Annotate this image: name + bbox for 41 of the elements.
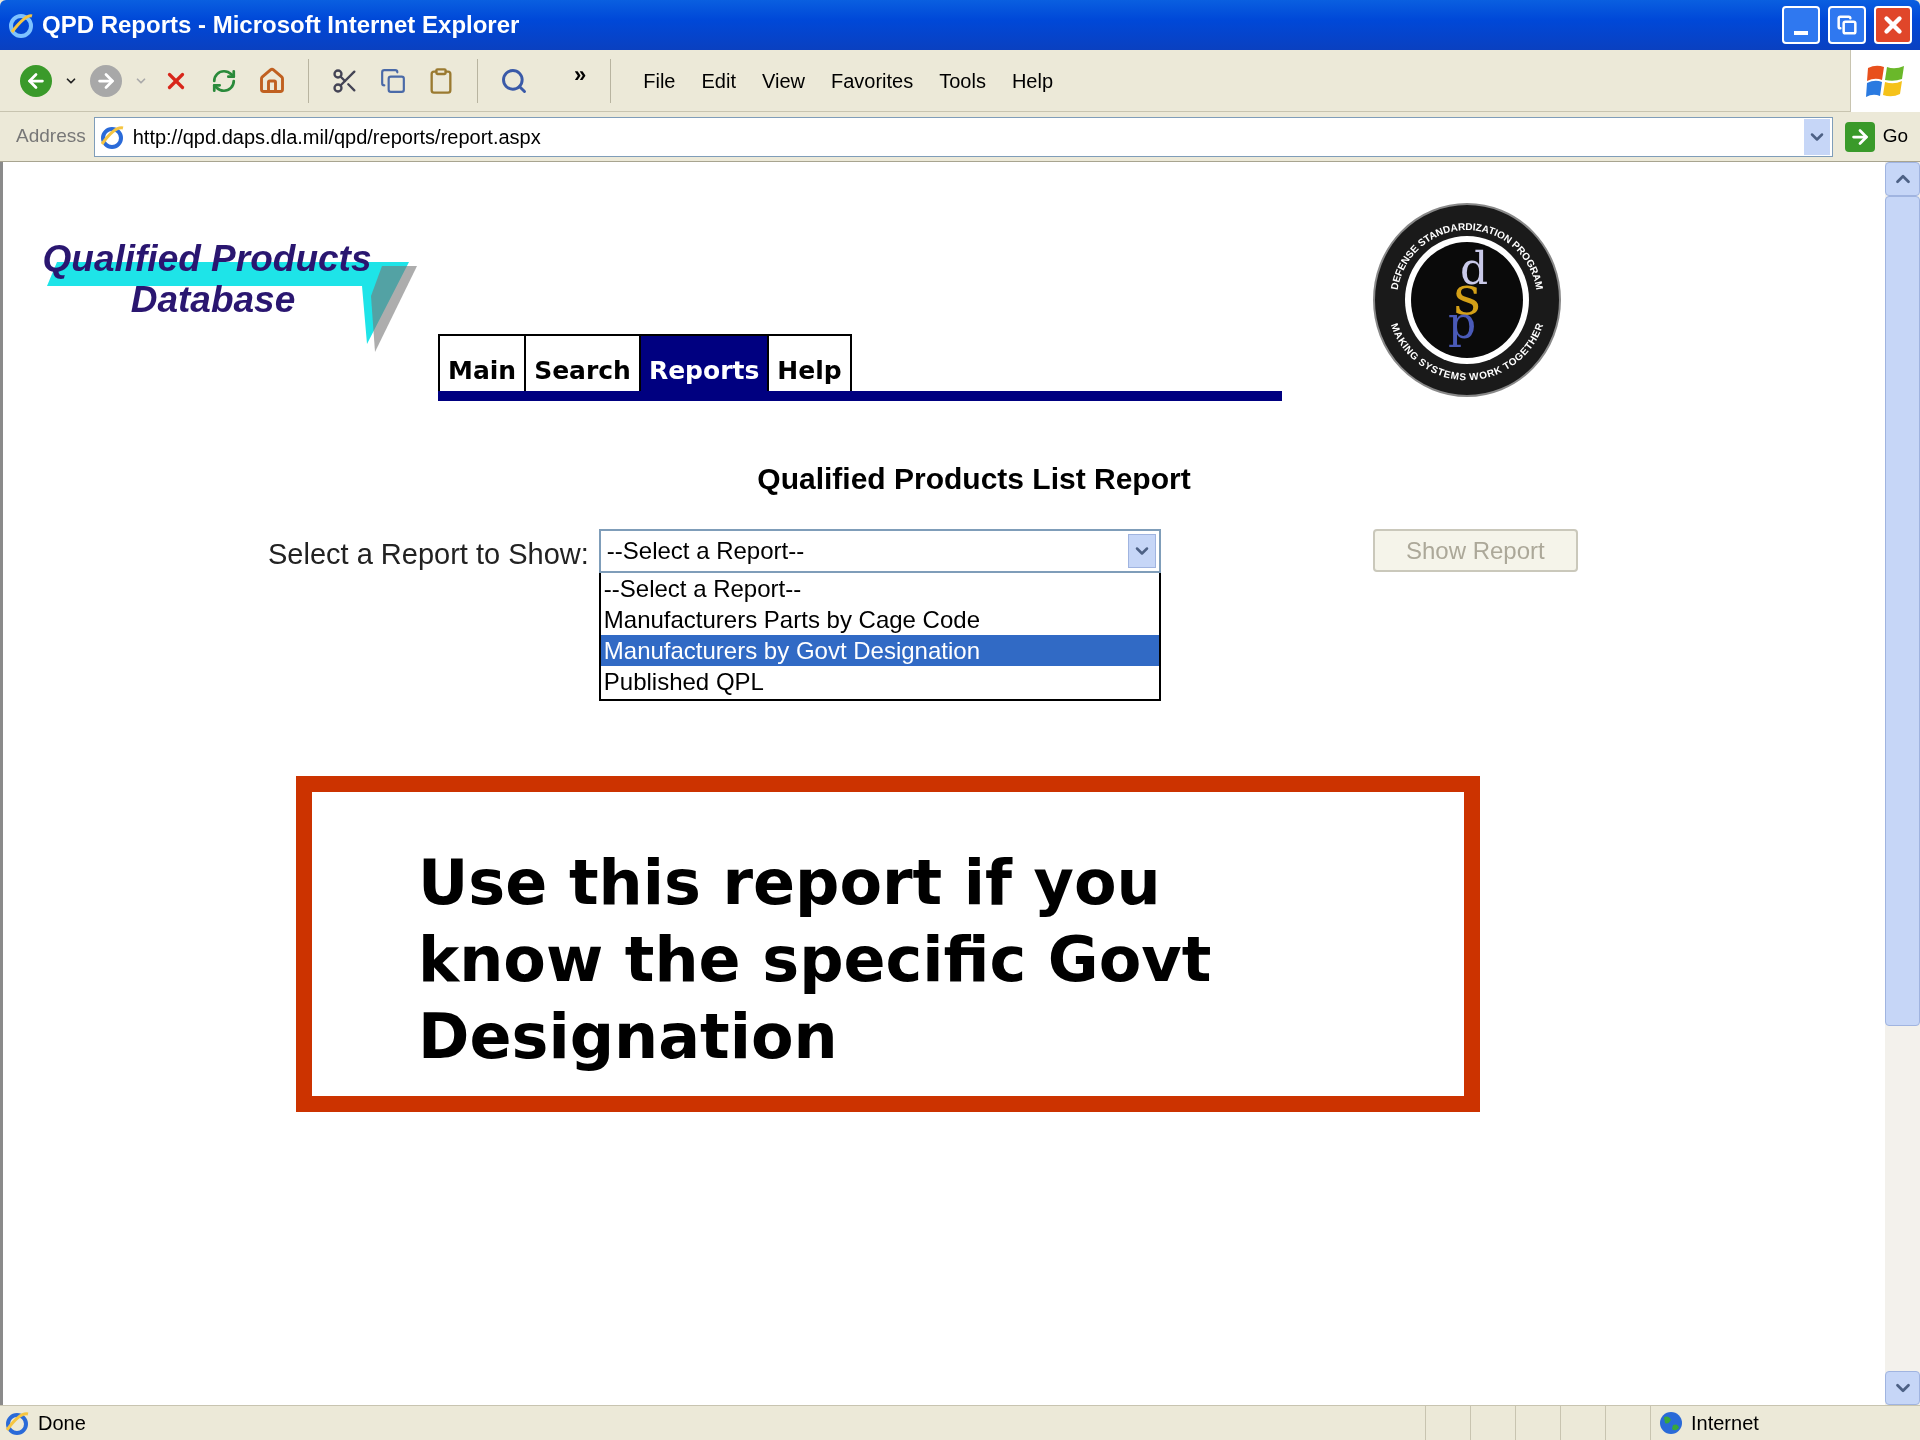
menu-item[interactable]: Edit — [701, 65, 736, 96]
menu-item[interactable]: Help — [1011, 65, 1054, 96]
dropdown-option[interactable]: Published QPL — [600, 666, 1159, 697]
select-label: Select a Report to Show: — [268, 537, 589, 572]
more-chevron[interactable]: » — [574, 58, 587, 91]
dropdown-option[interactable]: Manufacturers Parts by Cage Code — [600, 604, 1159, 635]
search-icon — [500, 66, 528, 95]
go-button[interactable]: Go — [1840, 121, 1912, 152]
minimize-icon — [1794, 31, 1808, 35]
copy-icon — [380, 67, 406, 94]
minimize-button[interactable] — [1782, 6, 1820, 44]
callout-text: Use this report if you know the specific Govt Designation — [418, 845, 1213, 1075]
page-icon — [4, 1410, 30, 1436]
restore-button[interactable] — [1828, 6, 1866, 44]
zone-text: Internet — [1691, 1411, 1759, 1436]
window-title: QPD Reports - Microsoft Internet Explorer — [42, 10, 521, 40]
logo-text: Database — [130, 281, 296, 318]
menu-item[interactable]: View — [761, 65, 805, 96]
globe-icon — [1659, 1411, 1683, 1435]
page-icon — [98, 123, 125, 150]
home-icon — [258, 66, 286, 95]
nav-tab[interactable]: Reports — [638, 334, 770, 391]
nav-tab[interactable]: Help — [767, 334, 852, 391]
menu-item[interactable]: Favorites — [830, 65, 914, 96]
report-select[interactable]: --Select a Report-- — [598, 529, 1161, 573]
dropdown-option[interactable]: --Select a Report-- — [600, 573, 1159, 604]
refresh-icon — [211, 67, 237, 94]
address-field[interactable]: http://qpd.daps.dla.mil/qpd/reports/report.aspx — [93, 116, 1833, 157]
menu-item[interactable]: Tools — [939, 65, 986, 96]
status-text: Done — [38, 1411, 87, 1436]
browser-icon — [8, 12, 34, 38]
nav-tab[interactable]: Main — [438, 334, 527, 391]
scroll-down-button[interactable] — [1885, 1371, 1920, 1405]
menu-item[interactable]: File — [643, 65, 676, 96]
close-button[interactable] — [1874, 6, 1912, 44]
scroll-thumb[interactable] — [1885, 196, 1920, 1026]
restore-icon — [1837, 15, 1857, 35]
scroll-up-button[interactable] — [1885, 162, 1920, 196]
dropdown-option[interactable]: Manufacturers by Govt Designation — [600, 635, 1159, 666]
page-heading: Qualified Products List Report — [757, 461, 1191, 497]
address-label: Address — [16, 124, 86, 149]
